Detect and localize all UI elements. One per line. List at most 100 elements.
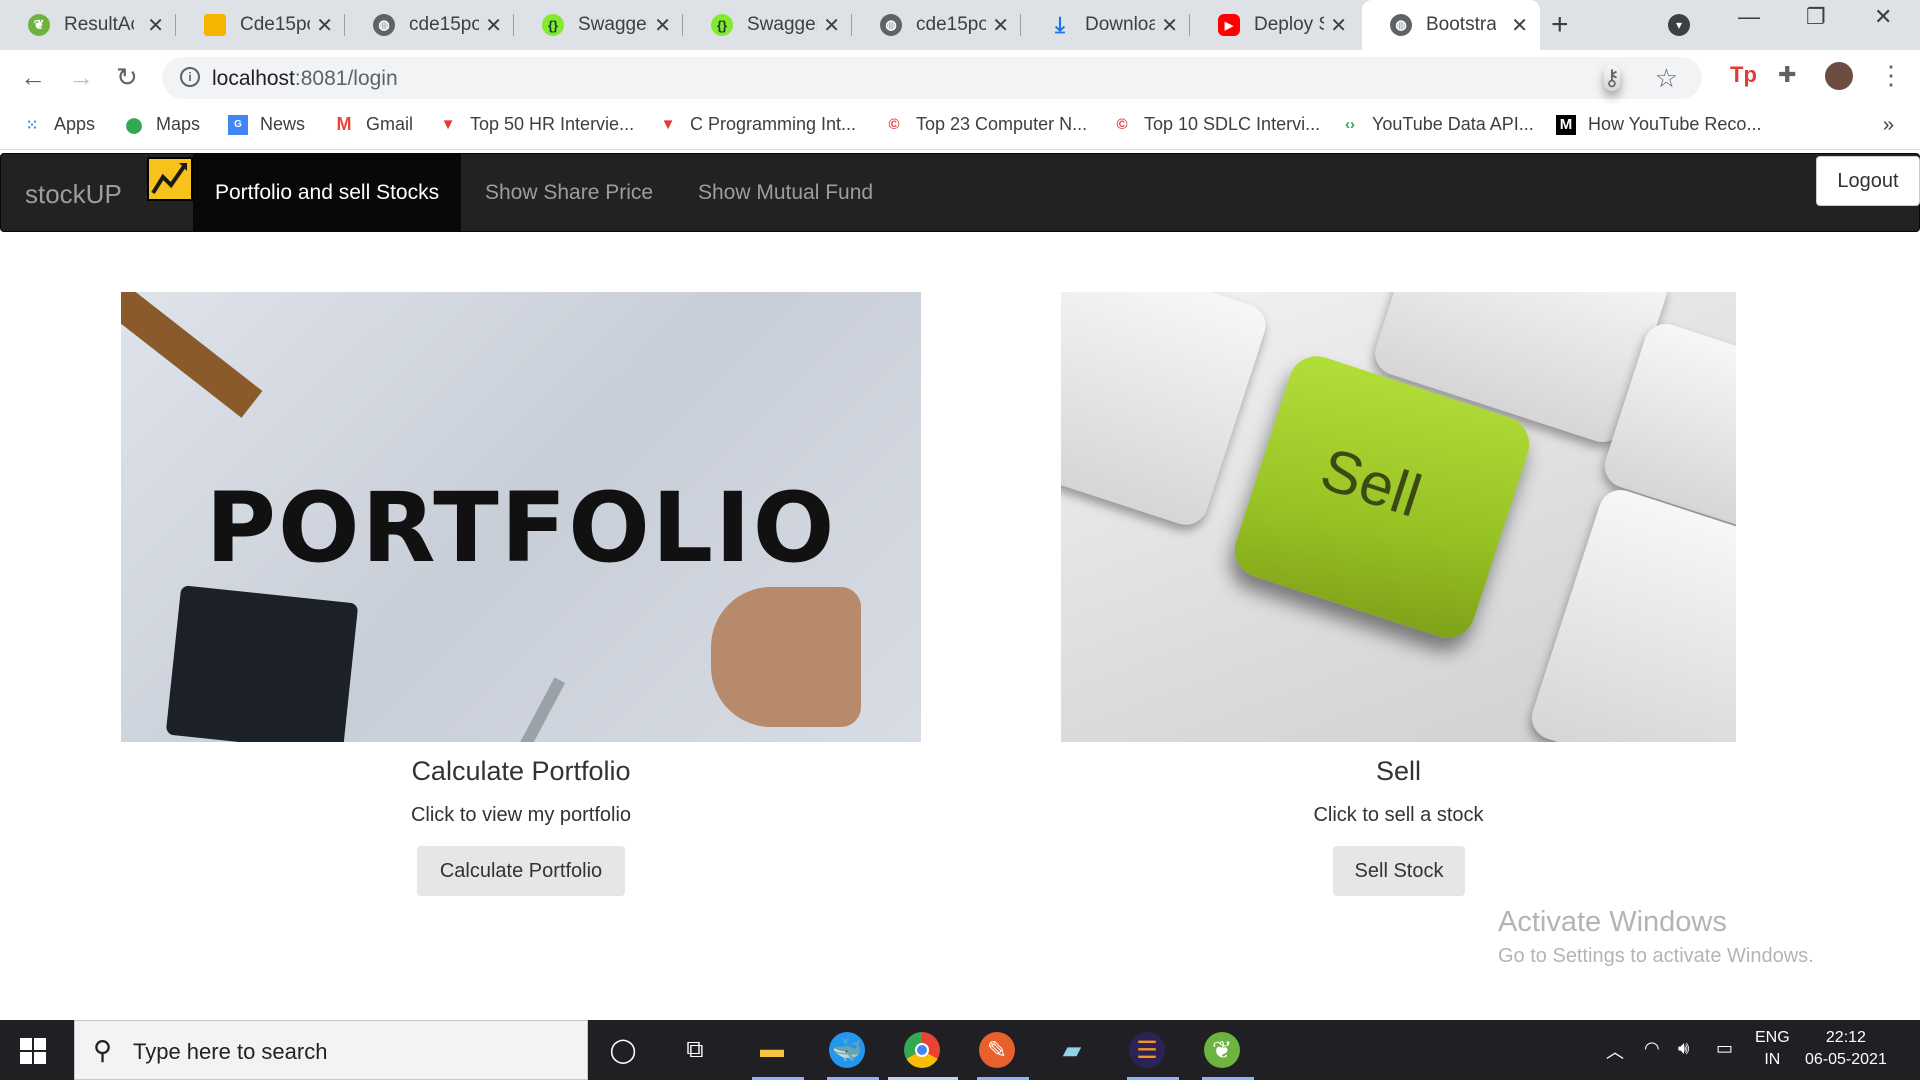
show-hidden-icons-chevron-icon[interactable]: ︿ (1606, 1038, 1624, 1064)
eclipse-icon[interactable]: ☰ (1129, 1032, 1165, 1068)
nav-share-price[interactable]: Show Share Price (463, 154, 675, 231)
close-tab-icon[interactable]: ✕ (485, 13, 502, 38)
task-view-icon[interactable]: ⧉ (677, 1032, 713, 1068)
close-tab-icon[interactable]: ✕ (316, 13, 333, 38)
url-text: localhost:8081/login (212, 67, 398, 91)
spring-leaf-icon: ❦ (28, 14, 50, 36)
youtube-icon: ▶ (1218, 14, 1240, 36)
key-icon[interactable]: ⚷ (1603, 65, 1620, 91)
search-icon: ⚲ (93, 1035, 113, 1065)
close-tab-icon[interactable]: ✕ (147, 13, 164, 38)
bookmark-how-youtube[interactable]: M How YouTube Reco... (1556, 114, 1761, 135)
tab-search-icon[interactable]: ▾ (1668, 14, 1690, 36)
chrome-taskbar-icon[interactable] (904, 1032, 940, 1068)
tab-cde15po-1[interactable]: Cde15po ✕ (176, 0, 345, 50)
bookmark-youtube-data-api[interactable]: ‹› YouTube Data API... (1340, 114, 1534, 135)
nav-mutual-fund[interactable]: Show Mutual Fund (676, 154, 895, 231)
sell-image[interactable]: Sell (1061, 292, 1736, 742)
restore-icon[interactable]: ❐ (1806, 4, 1826, 30)
calculate-portfolio-button[interactable]: Calculate Portfolio (417, 846, 625, 896)
logout-button[interactable]: Logout (1816, 156, 1920, 206)
close-tab-icon[interactable]: ✕ (823, 13, 840, 38)
close-tab-icon[interactable]: ✕ (1161, 13, 1178, 38)
file-explorer-icon[interactable]: ▬ (754, 1032, 790, 1068)
spring-tool-suite-icon[interactable]: ❦ (1204, 1032, 1240, 1068)
download-icon: ⤓ (1055, 12, 1065, 37)
globe-icon: ◍ (1390, 14, 1412, 36)
tp-extension-icon[interactable]: Tp (1730, 62, 1757, 88)
activate-windows-watermark: Activate Windows Go to Settings to activ… (1498, 906, 1814, 968)
bookmark-apps[interactable]: ⁙ Apps (22, 114, 95, 135)
sell-card: Sell Sell Click to sell a stock Sell Sto… (1061, 292, 1736, 902)
bookmark-c-programming[interactable]: ▼ C Programming Int... (658, 114, 857, 135)
close-tab-icon[interactable]: ✕ (1330, 13, 1347, 38)
sell-card-description: Click to sell a stock (1313, 804, 1484, 826)
reload-icon[interactable]: ↻ (116, 62, 138, 93)
extensions-puzzle-icon[interactable]: ✚ (1778, 62, 1796, 88)
sell-stock-button[interactable]: Sell Stock (1333, 846, 1465, 896)
volume-icon[interactable]: 🔊︎ (1678, 1038, 1689, 1059)
tab-resultact[interactable]: ❦ ResultAct ✕ (0, 0, 176, 50)
address-bar[interactable]: i localhost:8081/login ⚷ ☆ (162, 57, 1702, 99)
bookmark-news[interactable]: G News (228, 114, 305, 135)
close-window-icon[interactable]: ✕ (1874, 4, 1892, 30)
nav-portfolio-sell[interactable]: Portfolio and sell Stocks (193, 154, 462, 231)
postman-icon[interactable]: ✎ (979, 1032, 1015, 1068)
activate-windows-title: Activate Windows (1498, 906, 1727, 938)
battery-icon[interactable]: ▭ (1716, 1038, 1733, 1059)
taskbar-search-box[interactable]: ⚲ Type here to search (74, 1020, 588, 1080)
t-icon: ▼ (660, 116, 676, 133)
c-icon: © (1116, 116, 1128, 133)
code-icon: ‹› (1345, 116, 1355, 133)
minimize-icon[interactable]: — (1738, 4, 1760, 30)
back-arrow-icon[interactable]: ← (20, 62, 46, 93)
windows-start-icon[interactable] (20, 1038, 46, 1064)
system-clock[interactable]: 22:12 06-05-2021 (1805, 1027, 1887, 1071)
bookmark-top50-hr[interactable]: ▼ Top 50 HR Intervie... (438, 114, 635, 135)
medium-icon: M (1556, 114, 1576, 135)
app-navbar: stockUP Portfolio and sell Stocks Show S… (0, 153, 1920, 232)
cortana-icon[interactable]: ◯ (605, 1032, 641, 1068)
activate-windows-subtitle: Go to Settings to activate Windows. (1498, 945, 1814, 967)
docker-icon[interactable]: 🐳 (829, 1032, 865, 1068)
site-info-icon[interactable]: i (180, 67, 200, 87)
tab-swagger-2[interactable]: {} Swagger ✕ (683, 0, 852, 50)
tab-bootstrap-active[interactable]: ◍ Bootstra ✕ (1362, 0, 1540, 50)
bookmark-star-icon[interactable]: ☆ (1655, 63, 1678, 94)
tab-download[interactable]: ⤓ Downloa ✕ (1021, 0, 1190, 50)
taskbar-search-placeholder: Type here to search (133, 1039, 328, 1064)
bookmarks-bar: ⁙ Apps ⬤ Maps G News M Gmail ▼ Top 50 HR… (0, 104, 1920, 150)
brand-name[interactable]: stockUP (25, 179, 122, 210)
bookmark-gmail[interactable]: M Gmail (334, 114, 414, 135)
chrome-menu-icon[interactable]: ⋮ (1878, 60, 1904, 91)
bookmark-top10-sdlc[interactable]: © Top 10 SDLC Intervi... (1112, 114, 1320, 135)
notepad-icon[interactable]: ▰ (1054, 1032, 1090, 1068)
language-indicator[interactable]: ENG IN (1755, 1027, 1790, 1071)
wifi-icon[interactable]: ◠ (1644, 1038, 1660, 1059)
bookmark-maps[interactable]: ⬤ Maps (124, 114, 200, 135)
new-tab-icon[interactable]: + (1551, 8, 1569, 42)
arrow-key-graphic (1526, 484, 1736, 742)
tab-deploy[interactable]: ▶ Deploy S ✕ (1190, 0, 1359, 50)
box-icon (204, 14, 226, 36)
c-icon: © (888, 116, 900, 133)
close-tab-icon[interactable]: ✕ (992, 13, 1009, 38)
profile-avatar[interactable] (1823, 60, 1855, 92)
tab-swagger-1[interactable]: {} Swagger ✕ (514, 0, 683, 50)
browser-tab-strip: ❦ ResultAct ✕ Cde15po ✕ ◍ cde15po ✕ {} S… (0, 0, 1920, 50)
portfolio-image[interactable]: PORTFOLIO (121, 292, 921, 742)
tab-cde15po-2[interactable]: ◍ cde15po ✕ (345, 0, 514, 50)
ruler-graphic (121, 292, 263, 418)
url-host: localhost (212, 67, 295, 90)
tab-cde15po-3[interactable]: ◍ cde15po ✕ (852, 0, 1021, 50)
t-icon: ▼ (440, 116, 456, 133)
apps-grid-icon: ⁙ (25, 116, 39, 134)
close-tab-icon[interactable]: ✕ (654, 13, 671, 38)
hand-pen-graphic (711, 587, 861, 727)
bookmarks-overflow-icon[interactable]: » (1883, 114, 1894, 137)
bookmark-top23-computer[interactable]: © Top 23 Computer N... (884, 114, 1087, 135)
close-tab-icon[interactable]: ✕ (1511, 13, 1528, 38)
clock-date: 06-05-2021 (1805, 1051, 1887, 1068)
browser-toolbar: ← → ↻ i localhost:8081/login ⚷ ☆ Tp ✚ ⋮ (0, 50, 1920, 104)
forward-arrow-icon[interactable]: → (68, 62, 94, 93)
